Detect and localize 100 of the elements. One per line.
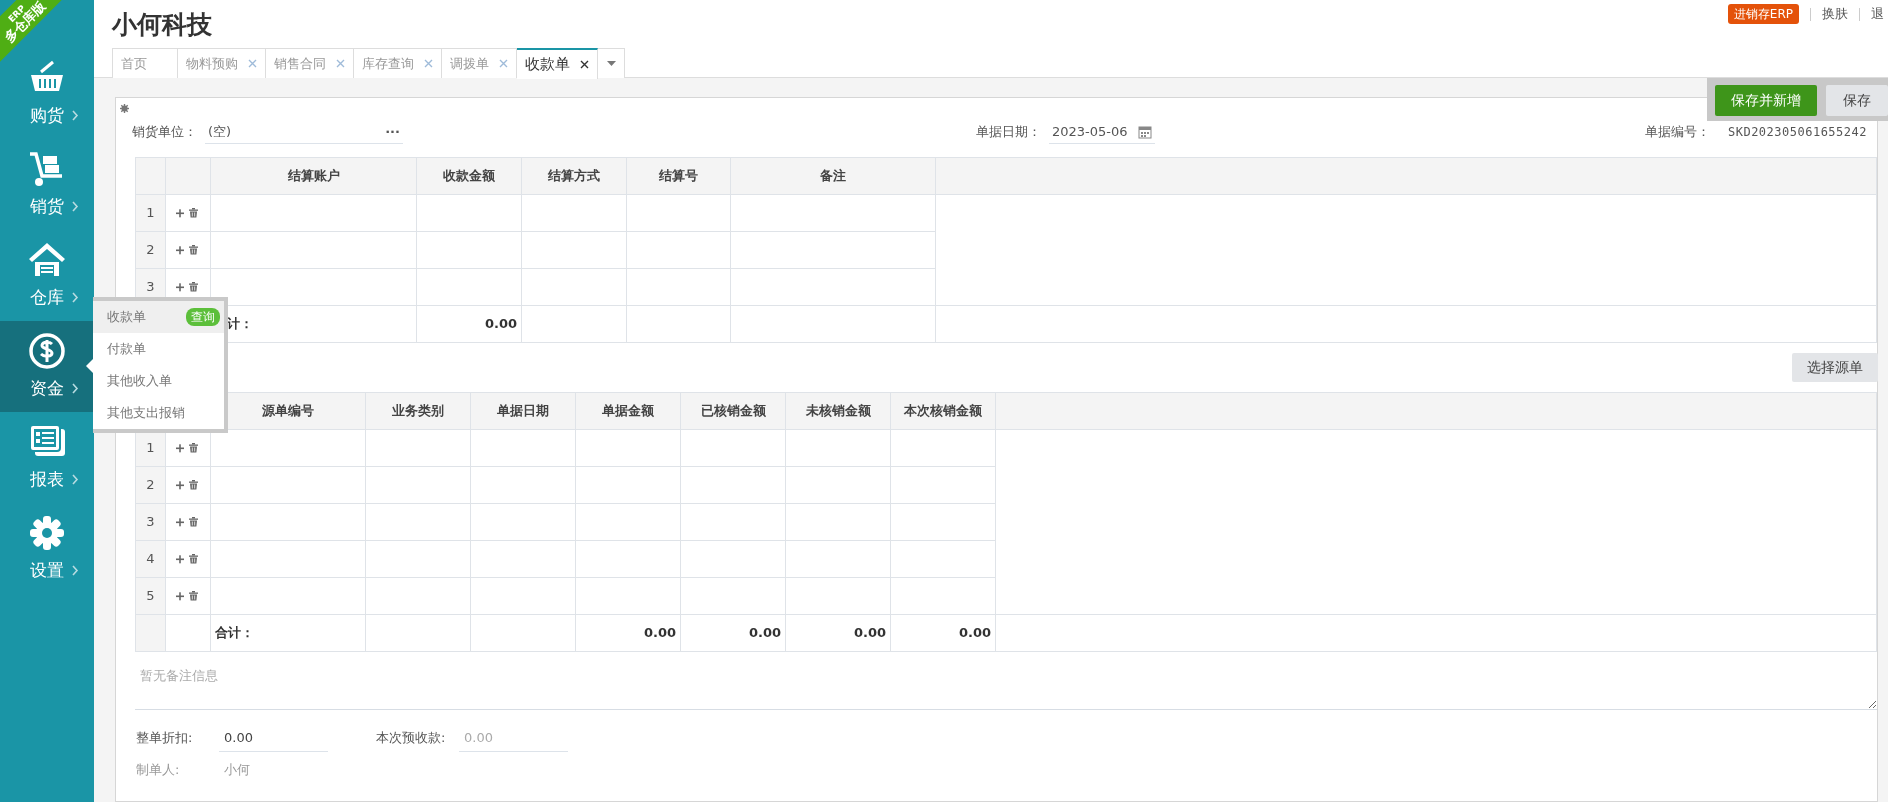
table-cell[interactable] — [210, 466, 366, 504]
table-cell[interactable] — [890, 540, 996, 578]
table-cell[interactable] — [416, 268, 522, 306]
sidebar-item[interactable]: 仓库 — [0, 230, 94, 321]
table-cell[interactable] — [785, 466, 891, 504]
table-cell[interactable] — [730, 194, 936, 232]
table-cell[interactable] — [210, 231, 417, 269]
table-cell[interactable] — [626, 268, 731, 306]
row-number: 5 — [135, 577, 166, 615]
table-cell[interactable] — [890, 503, 996, 541]
calendar-icon — [1137, 124, 1152, 139]
house-icon — [27, 240, 67, 279]
table-cell[interactable] — [210, 540, 366, 578]
table-cell[interactable] — [680, 466, 786, 504]
chevron-icon — [71, 383, 79, 394]
dollar-icon — [27, 331, 67, 370]
chevron-icon — [71, 201, 79, 212]
table-cell[interactable] — [890, 577, 996, 615]
header-link[interactable]: 退 — [1871, 4, 1884, 24]
sidebar-item[interactable]: 报表 — [0, 412, 94, 503]
add-row-icon[interactable] — [176, 480, 184, 490]
tab[interactable]: 收款单 — [517, 48, 598, 79]
delete-icon[interactable] — [189, 591, 198, 601]
column-header: 单据日期 — [470, 392, 576, 430]
table-cell[interactable] — [575, 577, 681, 615]
select-source-button[interactable]: 选择源单 — [1792, 353, 1878, 382]
close-icon — [499, 59, 508, 68]
table-cell[interactable] — [730, 268, 936, 306]
sidebar-item[interactable]: 销货 — [0, 139, 94, 230]
table-cell[interactable] — [680, 429, 786, 467]
tab[interactable]: 调拨单 — [442, 48, 517, 78]
save-button[interactable]: 保存并新增 — [1715, 85, 1817, 116]
table-cell[interactable] — [890, 466, 996, 504]
table-cell[interactable] — [365, 503, 471, 541]
table-cell[interactable] — [470, 577, 576, 615]
row-number: 1 — [135, 194, 166, 232]
delete-icon[interactable] — [189, 245, 198, 255]
table-cell[interactable] — [680, 503, 786, 541]
field-label: 本次预收款: — [376, 729, 447, 748]
table-cell[interactable] — [365, 429, 471, 467]
table-cell[interactable] — [210, 194, 417, 232]
table-cell[interactable] — [575, 540, 681, 578]
tab[interactable]: 库存查询 — [354, 48, 442, 78]
table-cell[interactable] — [785, 540, 891, 578]
add-row-icon[interactable] — [176, 591, 184, 601]
table-cell[interactable] — [521, 268, 627, 306]
total-cell: 0.00 — [575, 614, 681, 652]
table-cell[interactable] — [890, 429, 996, 467]
field-label: 单据日期： — [975, 123, 1041, 142]
table-cell[interactable] — [210, 503, 366, 541]
add-row-icon[interactable] — [176, 443, 184, 453]
table-cell[interactable] — [365, 540, 471, 578]
total-cell: 0.00 — [680, 614, 786, 652]
total-cell: 0.00 — [416, 305, 522, 343]
add-row-icon[interactable] — [176, 282, 184, 292]
delete-icon[interactable] — [189, 517, 198, 527]
table-cell[interactable] — [575, 466, 681, 504]
close-icon — [580, 60, 589, 69]
delete-icon[interactable] — [189, 208, 198, 218]
tab-menu-button[interactable] — [598, 48, 625, 78]
table-cell[interactable] — [416, 194, 522, 232]
table-cell[interactable] — [730, 231, 936, 269]
table-cell[interactable] — [470, 503, 576, 541]
table-cell[interactable] — [626, 231, 731, 269]
table-cell[interactable] — [785, 429, 891, 467]
table-cell[interactable] — [626, 194, 731, 232]
sidebar-item[interactable]: 购货 — [0, 48, 94, 139]
delete-icon[interactable] — [189, 480, 198, 490]
tab[interactable]: 销售合同 — [266, 48, 354, 78]
table-cell[interactable] — [365, 466, 471, 504]
tab[interactable]: 首页 — [112, 48, 178, 78]
table-cell[interactable] — [785, 577, 891, 615]
table-cell[interactable] — [365, 577, 471, 615]
table-cell[interactable] — [521, 194, 627, 232]
table-cell[interactable] — [575, 429, 681, 467]
delete-icon[interactable] — [189, 554, 198, 564]
sidebar-item[interactable]: 设置 — [0, 503, 94, 594]
table-cell[interactable] — [470, 429, 576, 467]
tab[interactable]: 物料预购 — [178, 48, 266, 78]
date-field[interactable]: 2023-05-06 — [1048, 120, 1155, 144]
table-cell[interactable] — [785, 503, 891, 541]
add-row-icon[interactable] — [176, 245, 184, 255]
table-cell[interactable] — [521, 231, 627, 269]
supplier-field[interactable]: (空) ··· — [205, 120, 403, 144]
save-button[interactable]: 保存 — [1826, 85, 1888, 116]
add-row-icon[interactable] — [176, 554, 184, 564]
delete-icon[interactable] — [189, 282, 198, 292]
app-title: 小何科技 — [112, 9, 212, 41]
add-row-icon[interactable] — [176, 517, 184, 527]
add-row-icon[interactable] — [176, 208, 184, 218]
table-cell[interactable] — [680, 540, 786, 578]
table-cell[interactable] — [575, 503, 681, 541]
table-cell[interactable] — [416, 231, 522, 269]
sidebar-item[interactable]: 资金 — [0, 321, 94, 412]
header-link[interactable]: 换肤 — [1822, 4, 1848, 24]
table-cell[interactable] — [470, 466, 576, 504]
table-cell[interactable] — [210, 577, 366, 615]
delete-icon[interactable] — [189, 443, 198, 453]
table-cell[interactable] — [680, 577, 786, 615]
table-cell[interactable] — [470, 540, 576, 578]
